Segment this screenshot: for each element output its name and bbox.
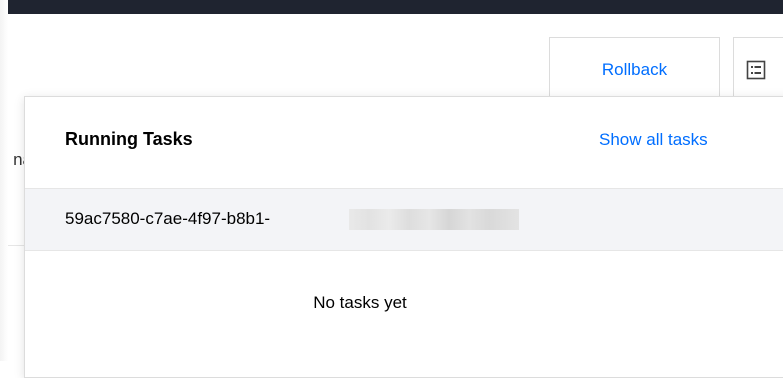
task-id: 59ac7580-c7ae-4f97-b8b1-	[65, 209, 271, 228]
list-icon	[746, 60, 766, 80]
redacted-task-id-suffix	[349, 209, 519, 230]
task-row[interactable]: 59ac7580-c7ae-4f97-b8b1-	[25, 189, 783, 251]
task-list-button[interactable]	[733, 37, 783, 103]
left-edge-shadow	[0, 0, 8, 361]
top-bar	[8, 0, 783, 14]
show-all-tasks-link[interactable]: Show all tasks	[599, 130, 708, 150]
empty-state-text: No tasks yet	[313, 293, 407, 312]
popover-title: Running Tasks	[65, 129, 193, 149]
rollback-button[interactable]: Rollback	[549, 37, 720, 103]
running-tasks-popover: Running Tasks Show all tasks 59ac7580-c7…	[24, 96, 783, 378]
popover-header: Running Tasks Show all tasks	[25, 97, 783, 189]
